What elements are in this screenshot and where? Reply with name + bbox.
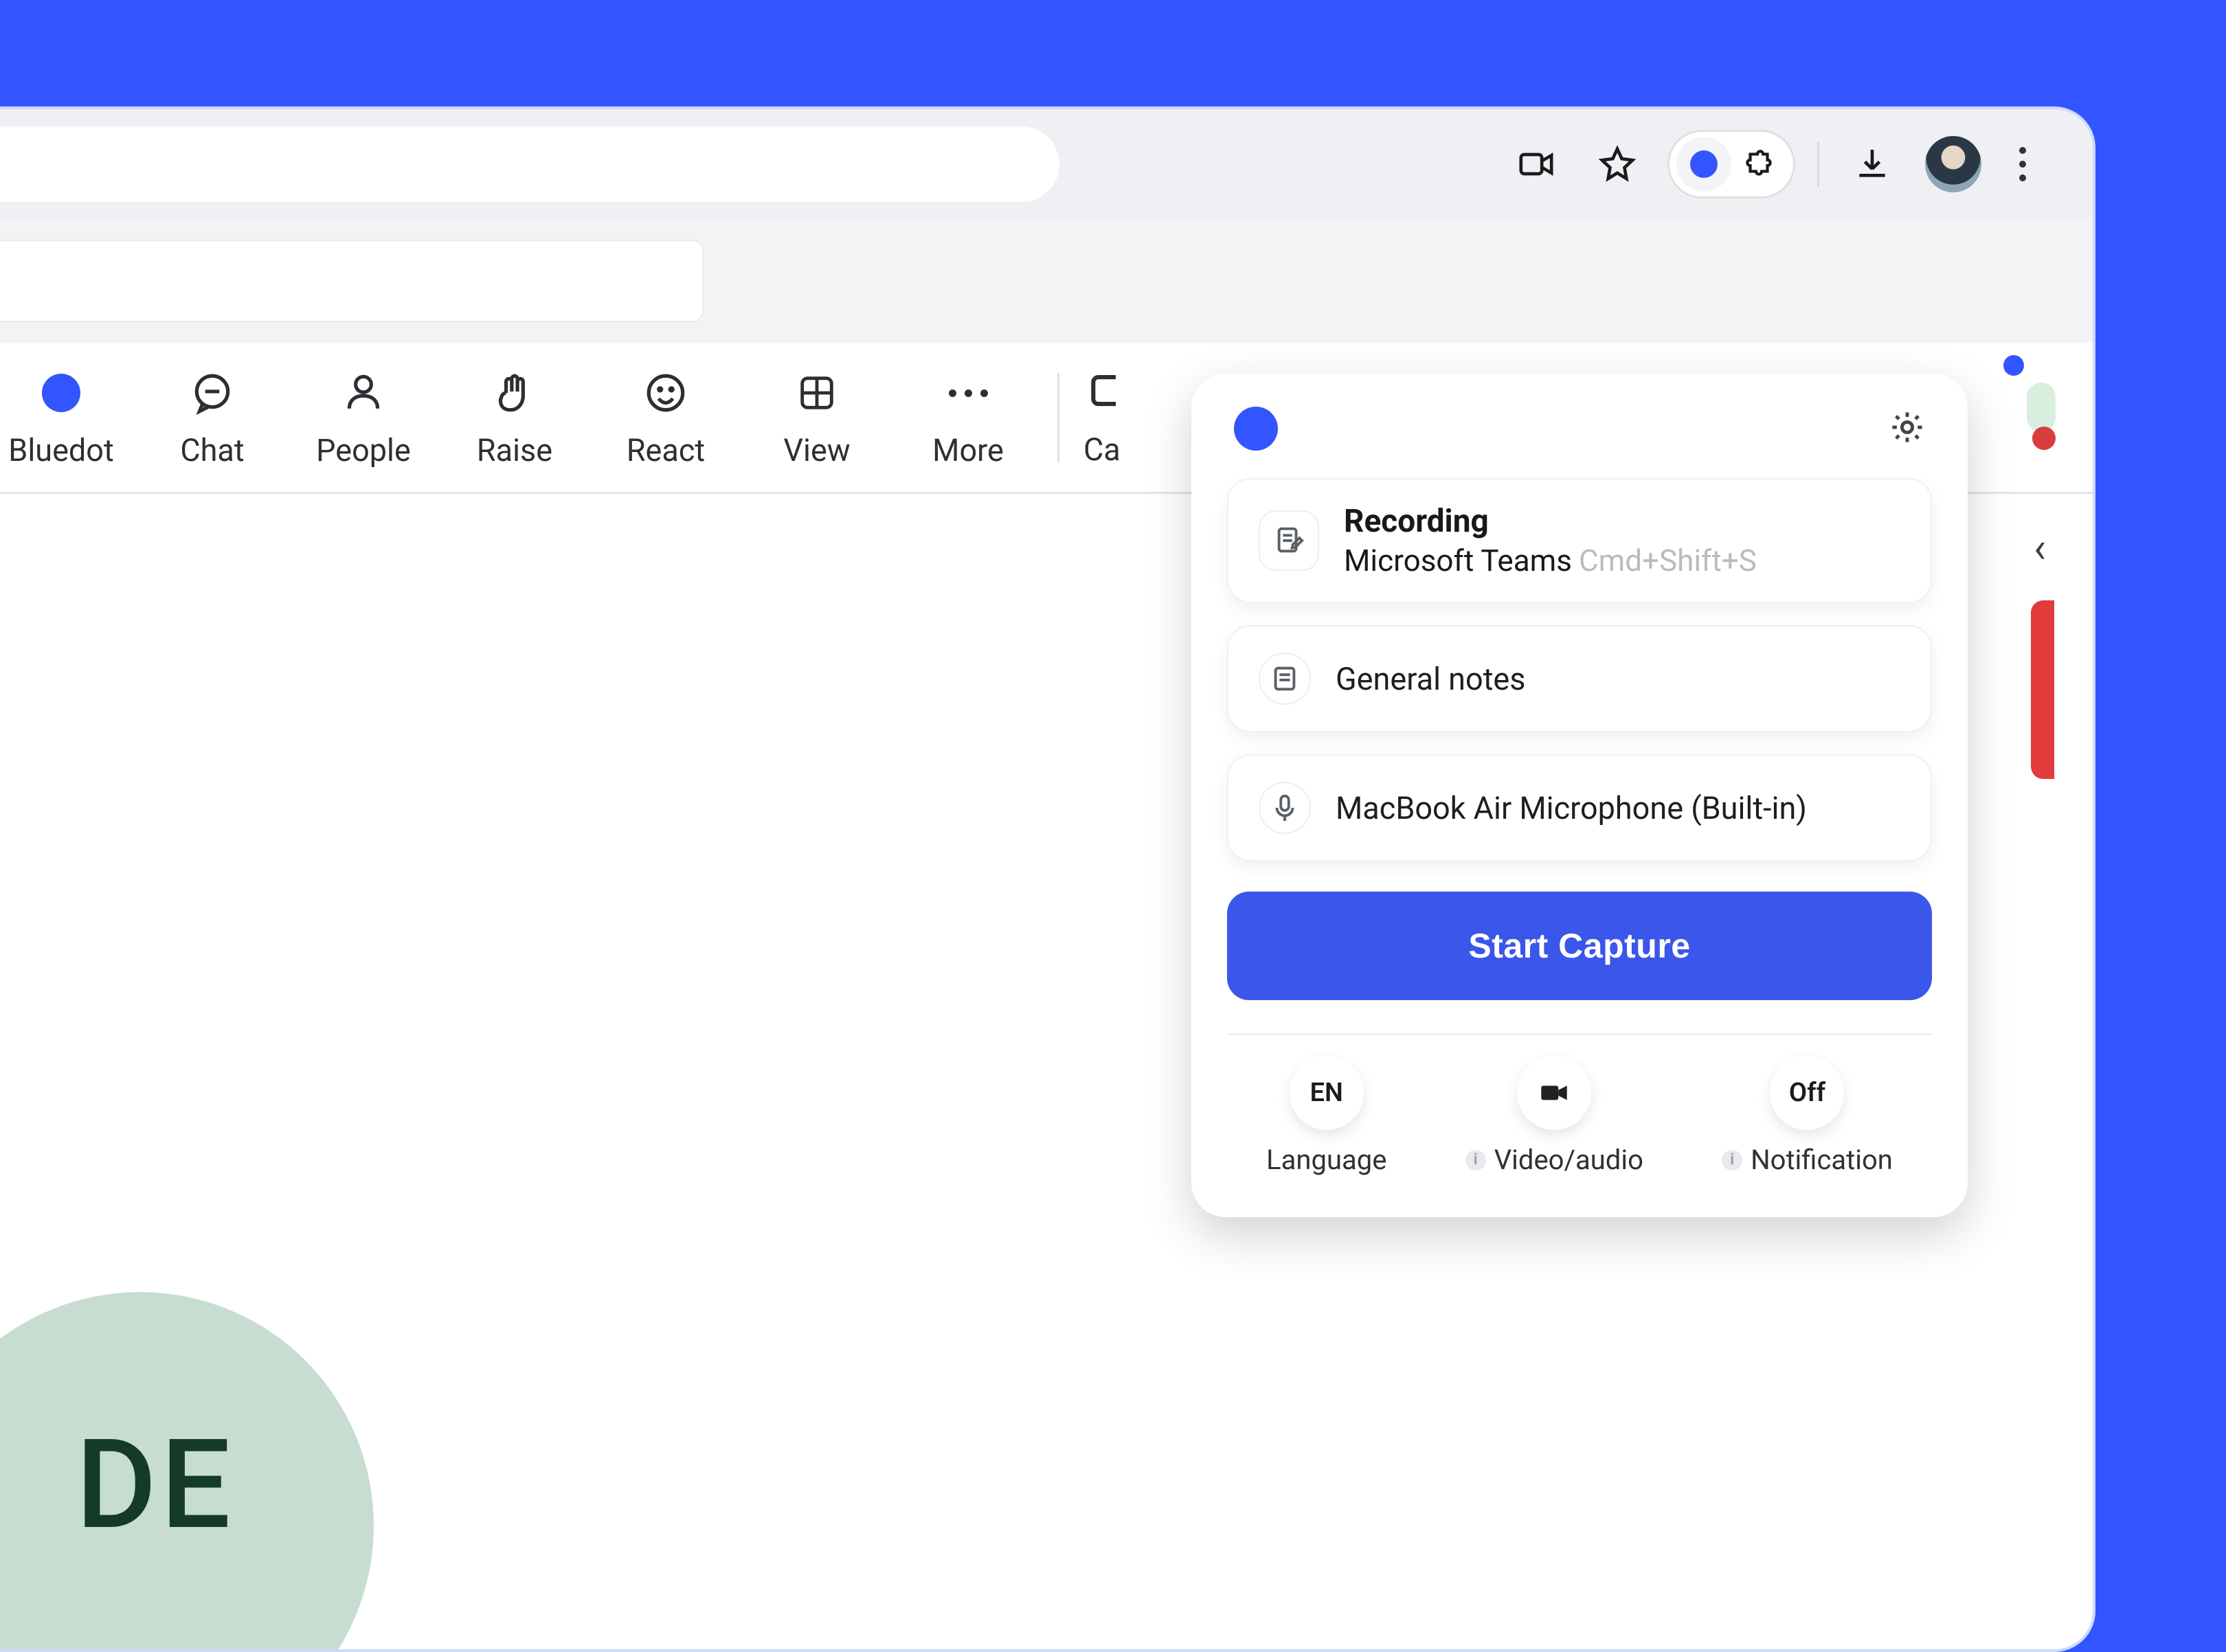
tab-label: View	[783, 432, 850, 468]
tabbar-divider	[1057, 373, 1059, 462]
recording-title: Recording	[1344, 503, 1757, 540]
extensions-icon[interactable]	[1731, 137, 1786, 192]
peek-pill	[2027, 383, 2056, 432]
language-label: Language	[1266, 1144, 1386, 1176]
bluedot-extension-icon[interactable]	[1676, 137, 1731, 192]
language-value: EN	[1290, 1056, 1364, 1130]
camera-icon	[1088, 365, 1116, 419]
toolbar-divider	[1817, 142, 1819, 187]
tab-view[interactable]: View	[741, 366, 892, 468]
more-icon	[941, 366, 995, 420]
tab-label: React	[627, 432, 705, 468]
extensions-pill	[1667, 130, 1795, 199]
recording-card[interactable]: Recording Microsoft TeamsCmd+Shift+S	[1227, 478, 1932, 603]
sub-toolbar	[0, 219, 2093, 343]
tab-label: Raise	[477, 432, 552, 468]
participant-initials: DE	[76, 1412, 234, 1557]
microphone-label: MacBook Air Microphone (Built-in)	[1336, 790, 1807, 826]
camera-icon	[1517, 1056, 1591, 1130]
video-audio-label: Video/audio	[1494, 1144, 1643, 1176]
tab-raise[interactable]: Raise	[439, 366, 590, 468]
panel-divider	[1227, 1033, 1932, 1035]
tab-label: Bluedot	[8, 432, 113, 468]
people-icon	[337, 366, 390, 420]
tab-chat[interactable]: Chat	[137, 366, 288, 468]
notes-label: General notes	[1336, 661, 1526, 697]
participant-avatar: DE	[0, 1292, 374, 1652]
browser-window: Bluedot Chat People Raise React	[0, 106, 2095, 1652]
tab-label: More	[932, 432, 1004, 468]
search-input[interactable]	[0, 240, 704, 322]
info-icon: i	[1465, 1150, 1486, 1170]
tab-people[interactable]: People	[288, 366, 439, 468]
notification-button[interactable]: Off i Notification	[1722, 1056, 1893, 1176]
react-icon	[639, 366, 693, 420]
profile-avatar[interactable]	[1925, 136, 1981, 192]
chevron-left-icon[interactable]: ‹	[2034, 523, 2046, 572]
extension-popup: Recording Microsoft TeamsCmd+Shift+S Gen…	[1191, 374, 1968, 1217]
peek-red-button[interactable]	[2031, 600, 2054, 779]
notification-value: Off	[1770, 1056, 1844, 1130]
language-button[interactable]: EN Language	[1266, 1056, 1386, 1176]
microphone-icon	[1259, 782, 1311, 834]
view-icon	[790, 366, 844, 420]
notes-card[interactable]: General notes	[1227, 625, 1932, 732]
browser-menu-icon[interactable]	[2002, 147, 2043, 181]
video-icon[interactable]	[1505, 133, 1567, 195]
info-icon: i	[1722, 1150, 1742, 1170]
browser-toolbar	[0, 109, 2093, 219]
address-bar[interactable]	[0, 126, 1059, 202]
tab-bluedot[interactable]: Bluedot	[0, 366, 137, 468]
notes-icon	[1259, 653, 1311, 705]
bluedot-logo	[1234, 407, 1278, 451]
downloads-icon[interactable]	[1841, 133, 1903, 195]
peek-status-dot	[2032, 427, 2056, 450]
tab-camera-cropped[interactable]: Ca	[1083, 365, 1121, 492]
tab-react[interactable]: React	[590, 366, 741, 468]
star-icon[interactable]	[1586, 133, 1648, 195]
chat-icon	[186, 366, 239, 420]
tab-more[interactable]: More	[892, 366, 1044, 468]
tab-label: Ca	[1083, 431, 1121, 468]
notification-label: Notification	[1751, 1144, 1893, 1176]
microphone-card[interactable]: MacBook Air Microphone (Built-in)	[1227, 754, 1932, 861]
video-audio-button[interactable]: i Video/audio	[1465, 1056, 1643, 1176]
document-edit-icon	[1259, 510, 1319, 571]
settings-button[interactable]	[1889, 409, 1925, 448]
bluedot-icon	[34, 366, 88, 420]
start-capture-button[interactable]: Start Capture	[1227, 892, 1932, 1000]
tab-label: Chat	[180, 432, 244, 468]
recording-subtitle: Microsoft TeamsCmd+Shift+S	[1344, 543, 1757, 578]
panel-footer: EN Language i Video/audio Off i Notifica…	[1227, 1056, 1932, 1176]
tab-label: People	[316, 432, 411, 468]
peek-dot	[2003, 355, 2024, 376]
raise-hand-icon	[488, 366, 541, 420]
